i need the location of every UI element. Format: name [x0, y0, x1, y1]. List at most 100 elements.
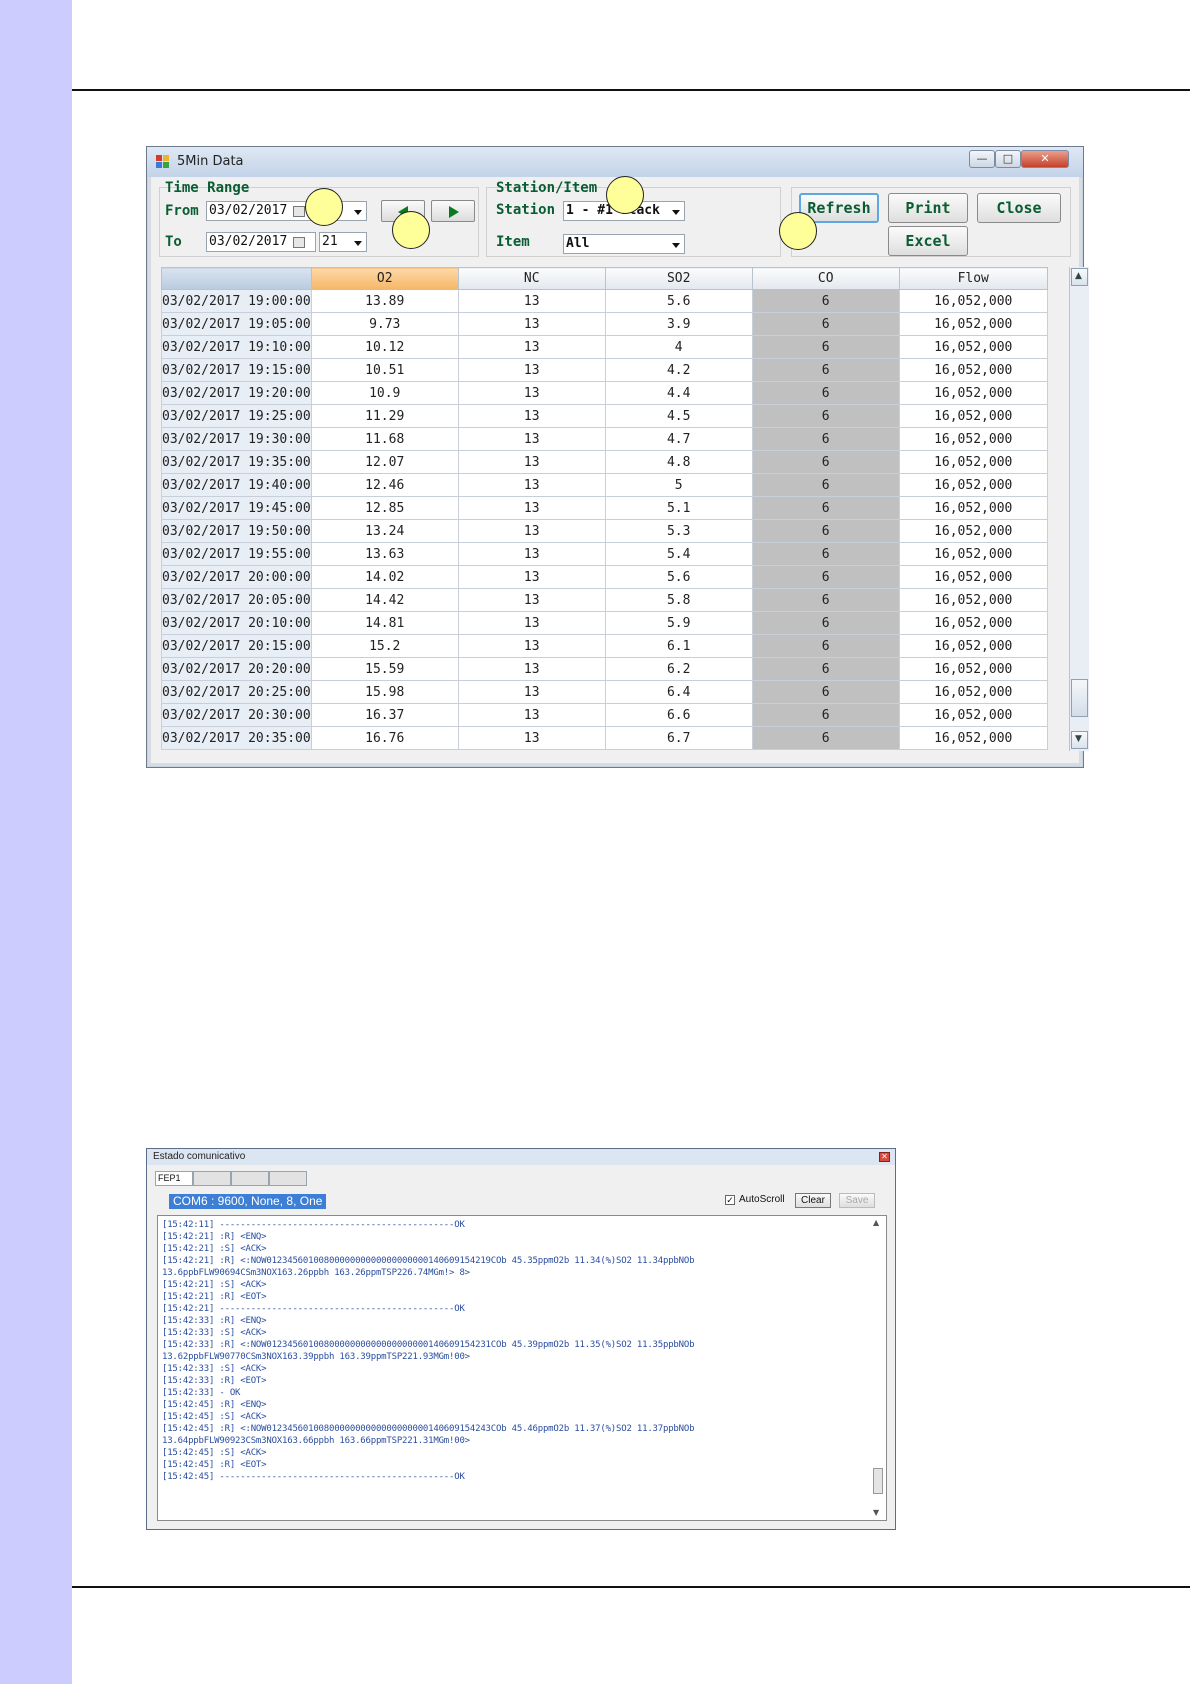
cell-nc[interactable]: 13: [457, 427, 606, 451]
cell-co[interactable]: 6: [751, 404, 900, 428]
tab-3[interactable]: [231, 1171, 269, 1186]
cell-so2[interactable]: 4.8: [604, 450, 753, 474]
cell-flow[interactable]: 16,052,000: [898, 680, 1048, 704]
table-row[interactable]: 03/02/2017 20:00:00 14.02 13 5.6 6 16,052,000: [161, 565, 1048, 589]
row-timestamp[interactable]: 03/02/2017 20:25:00: [161, 680, 312, 704]
row-timestamp[interactable]: 03/02/2017 19:15:00: [161, 358, 312, 382]
cell-o2[interactable]: 14.81: [310, 611, 459, 635]
autoscroll-checkbox[interactable]: ✓ AutoScroll: [725, 1194, 785, 1205]
table-row[interactable]: 03/02/2017 19:00:00 13.89 13 5.6 6 16,052,000: [161, 289, 1048, 313]
cell-nc[interactable]: 13: [457, 381, 606, 405]
cell-flow[interactable]: 16,052,000: [898, 611, 1048, 635]
cell-nc[interactable]: 13: [457, 565, 606, 589]
row-timestamp[interactable]: 03/02/2017 19:35:00: [161, 450, 312, 474]
cell-co[interactable]: 6: [751, 358, 900, 382]
cell-o2[interactable]: 10.12: [310, 335, 459, 359]
cell-o2[interactable]: 9.73: [310, 312, 459, 336]
cell-o2[interactable]: 11.68: [310, 427, 459, 451]
close-button[interactable]: Close: [977, 193, 1061, 223]
log-output[interactable]: [15:42:11] -----------------------------…: [157, 1215, 887, 1521]
cell-so2[interactable]: 6.4: [604, 680, 753, 704]
cell-o2[interactable]: 12.85: [310, 496, 459, 520]
cell-co[interactable]: 6: [751, 289, 900, 313]
cell-flow[interactable]: 16,052,000: [898, 542, 1048, 566]
table-row[interactable]: 03/02/2017 19:25:00 11.29 13 4.5 6 16,052,000: [161, 404, 1048, 428]
clear-button[interactable]: Clear: [795, 1193, 831, 1208]
column-header-so2[interactable]: SO2: [604, 267, 753, 290]
cell-co[interactable]: 6: [751, 542, 900, 566]
cell-nc[interactable]: 13: [457, 312, 606, 336]
item-select[interactable]: All: [563, 234, 685, 254]
row-timestamp[interactable]: 03/02/2017 19:05:00: [161, 312, 312, 336]
table-row[interactable]: 03/02/2017 19:35:00 12.07 13 4.8 6 16,052,000: [161, 450, 1048, 474]
cell-co[interactable]: 6: [751, 427, 900, 451]
cell-nc[interactable]: 13: [457, 611, 606, 635]
excel-button[interactable]: Excel: [888, 226, 968, 256]
cell-so2[interactable]: 5.6: [604, 565, 753, 589]
to-hour-select[interactable]: 21: [319, 232, 367, 252]
cell-so2[interactable]: 3.9: [604, 312, 753, 336]
cell-co[interactable]: 6: [751, 588, 900, 612]
cell-o2[interactable]: 15.98: [310, 680, 459, 704]
cell-so2[interactable]: 6.1: [604, 634, 753, 658]
cell-o2[interactable]: 10.9: [310, 381, 459, 405]
row-timestamp[interactable]: 03/02/2017 19:55:00: [161, 542, 312, 566]
cell-co[interactable]: 6: [751, 312, 900, 336]
cell-o2[interactable]: 11.29: [310, 404, 459, 428]
table-row[interactable]: 03/02/2017 20:05:00 14.42 13 5.8 6 16,052,000: [161, 588, 1048, 612]
cell-co[interactable]: 6: [751, 680, 900, 704]
cell-so2[interactable]: 6.6: [604, 703, 753, 727]
cell-so2[interactable]: 5.3: [604, 519, 753, 543]
cell-so2[interactable]: 5.4: [604, 542, 753, 566]
cell-co[interactable]: 6: [751, 381, 900, 405]
cell-o2[interactable]: 12.46: [310, 473, 459, 497]
calendar-icon[interactable]: [293, 206, 305, 217]
cell-co[interactable]: 6: [751, 634, 900, 658]
table-row[interactable]: 03/02/2017 20:25:00 15.98 13 6.4 6 16,052,000: [161, 680, 1048, 704]
cell-o2[interactable]: 12.07: [310, 450, 459, 474]
cell-nc[interactable]: 13: [457, 404, 606, 428]
cell-so2[interactable]: 6.7: [604, 726, 753, 750]
cell-co[interactable]: 6: [751, 611, 900, 635]
cell-nc[interactable]: 13: [457, 542, 606, 566]
scroll-thumb[interactable]: [1071, 679, 1088, 717]
cell-flow[interactable]: 16,052,000: [898, 726, 1048, 750]
calendar-icon[interactable]: [293, 237, 305, 248]
close-window-button[interactable]: ✕: [879, 1152, 890, 1162]
cell-so2[interactable]: 5: [604, 473, 753, 497]
table-row[interactable]: 03/02/2017 19:55:00 13.63 13 5.4 6 16,052,000: [161, 542, 1048, 566]
cell-so2[interactable]: 4.4: [604, 381, 753, 405]
cell-co[interactable]: 6: [751, 703, 900, 727]
cell-co[interactable]: 6: [751, 726, 900, 750]
cell-co[interactable]: 6: [751, 473, 900, 497]
cell-flow[interactable]: 16,052,000: [898, 519, 1048, 543]
scroll-up-button[interactable]: ▲: [1071, 268, 1088, 286]
cell-flow[interactable]: 16,052,000: [898, 565, 1048, 589]
cell-nc[interactable]: 13: [457, 634, 606, 658]
row-timestamp[interactable]: 03/02/2017 19:40:00: [161, 473, 312, 497]
row-timestamp[interactable]: 03/02/2017 20:35:00: [161, 726, 312, 750]
cell-nc[interactable]: 13: [457, 726, 606, 750]
table-row[interactable]: 03/02/2017 19:45:00 12.85 13 5.1 6 16,052,000: [161, 496, 1048, 520]
to-date-picker[interactable]: 03/02/2017: [206, 232, 316, 252]
cell-so2[interactable]: 4.5: [604, 404, 753, 428]
cell-o2[interactable]: 15.59: [310, 657, 459, 681]
cell-nc[interactable]: 13: [457, 657, 606, 681]
cell-co[interactable]: 6: [751, 657, 900, 681]
cell-so2[interactable]: 5.1: [604, 496, 753, 520]
cell-flow[interactable]: 16,052,000: [898, 473, 1048, 497]
column-header-o2[interactable]: O2: [310, 267, 459, 290]
log-scrollbar[interactable]: ▲ ▼: [872, 1218, 884, 1518]
cell-flow[interactable]: 16,052,000: [898, 358, 1048, 382]
cell-so2[interactable]: 5.9: [604, 611, 753, 635]
cell-flow[interactable]: 16,052,000: [898, 634, 1048, 658]
cell-o2[interactable]: 13.24: [310, 519, 459, 543]
row-timestamp[interactable]: 03/02/2017 20:20:00: [161, 657, 312, 681]
scroll-thumb[interactable]: [873, 1468, 883, 1494]
tab-2[interactable]: [193, 1171, 231, 1186]
table-row[interactable]: 03/02/2017 19:15:00 10.51 13 4.2 6 16,052,000: [161, 358, 1048, 382]
cell-o2[interactable]: 10.51: [310, 358, 459, 382]
row-timestamp[interactable]: 03/02/2017 19:25:00: [161, 404, 312, 428]
cell-so2[interactable]: 5.8: [604, 588, 753, 612]
tab-fep1[interactable]: FEP1: [155, 1171, 193, 1186]
